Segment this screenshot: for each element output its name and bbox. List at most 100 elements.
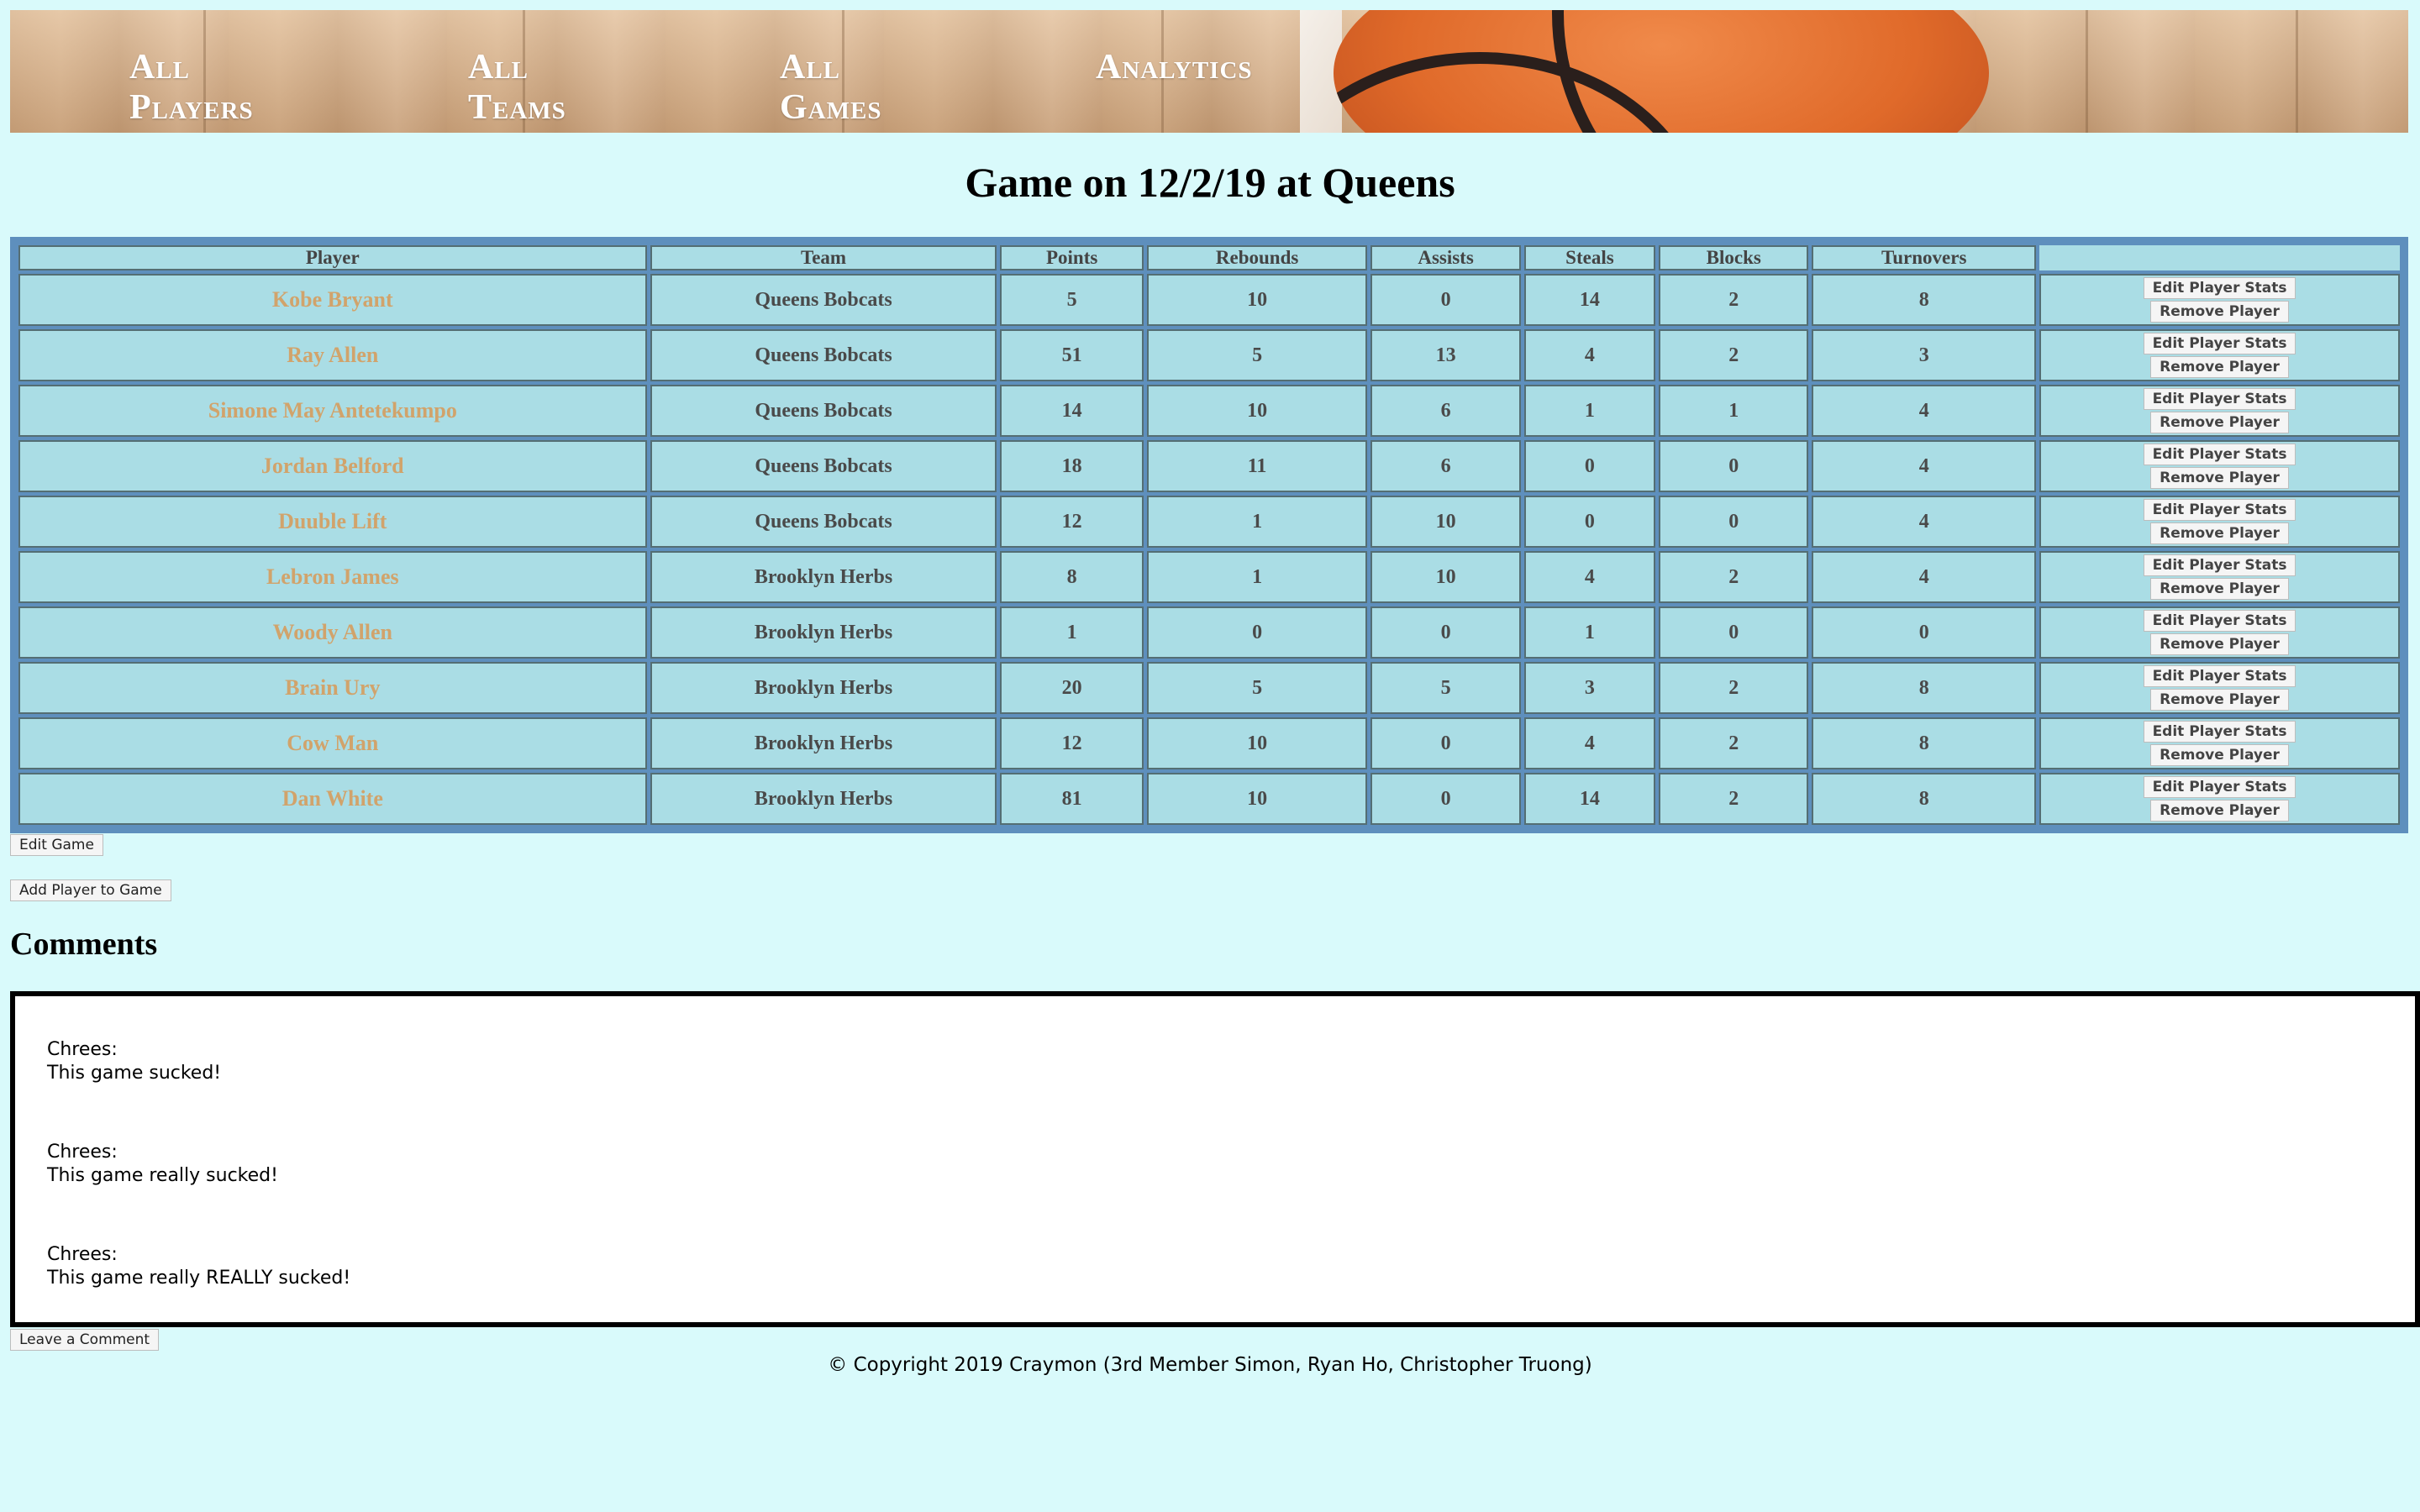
cell-player[interactable]: Cow Man [18,717,647,769]
edit-player-stats-button[interactable]: Edit Player Stats [2143,776,2296,798]
cell-rebounds: 10 [1146,773,1368,825]
cell-turnovers: 3 [1812,329,2037,381]
comment-item: Chrees: This game sucked! [47,1038,2383,1085]
cell-player[interactable]: Kobe Bryant [18,274,647,326]
cell-steals: 14 [1523,773,1656,825]
cell-blocks: 2 [1659,773,1809,825]
cell-turnovers: 4 [1812,385,2037,437]
cell-rebounds: 1 [1146,496,1368,548]
cell-blocks: 0 [1659,440,1809,492]
cell-assists: 0 [1370,717,1521,769]
cell-turnovers: 4 [1812,551,2037,603]
edit-player-stats-button[interactable]: Edit Player Stats [2143,499,2296,521]
cell-points: 8 [1000,551,1144,603]
cell-assists: 0 [1370,773,1521,825]
edit-player-stats-button[interactable]: Edit Player Stats [2143,610,2296,632]
remove-player-button[interactable]: Remove Player [2150,467,2289,489]
cell-team: Queens Bobcats [650,274,997,326]
cell-actions: Edit Player Stats Remove Player [2039,385,2400,437]
remove-player-button[interactable]: Remove Player [2150,356,2289,378]
cell-points: 14 [1000,385,1144,437]
cell-rebounds: 5 [1146,329,1368,381]
cell-team: Brooklyn Herbs [650,773,997,825]
cell-turnovers: 8 [1812,662,2037,714]
cell-actions: Edit Player Stats Remove Player [2039,496,2400,548]
cell-blocks: 2 [1659,551,1809,603]
cell-player[interactable]: Simone May Antetekumpo [18,385,647,437]
cell-assists: 10 [1370,551,1521,603]
page-title: Game on 12/2/19 at Queens [965,159,1455,206]
comment-text: This game really sucked! [47,1165,278,1186]
cell-blocks: 1 [1659,385,1809,437]
comment-item: Chrees: This game really REALLY sucked! [47,1243,2383,1290]
cell-player[interactable]: Duuble Lift [18,496,647,548]
cell-blocks: 2 [1659,274,1809,326]
cell-turnovers: 8 [1812,717,2037,769]
leave-comment-button[interactable]: Leave a Comment [10,1329,160,1351]
header-points: Points [1000,245,1144,270]
remove-player-button[interactable]: Remove Player [2150,744,2289,766]
edit-player-stats-button[interactable]: Edit Player Stats [2143,277,2296,299]
cell-rebounds: 10 [1146,274,1368,326]
cell-assists: 10 [1370,496,1521,548]
cell-team: Brooklyn Herbs [650,551,997,603]
cell-team: Queens Bobcats [650,440,997,492]
edit-player-stats-button[interactable]: Edit Player Stats [2143,721,2296,743]
edit-player-stats-button[interactable]: Edit Player Stats [2143,665,2296,687]
nav-all-players[interactable]: All Players [129,47,254,128]
cell-team: Queens Bobcats [650,385,997,437]
edit-game-button[interactable]: Edit Game [10,834,103,856]
header-steals: Steals [1523,245,1656,270]
cell-player[interactable]: Brain Ury [18,662,647,714]
cell-player[interactable]: Woody Allen [18,606,647,659]
edit-player-stats-button[interactable]: Edit Player Stats [2143,444,2296,465]
edit-player-stats-button[interactable]: Edit Player Stats [2143,388,2296,410]
cell-points: 1 [1000,606,1144,659]
cell-steals: 4 [1523,329,1656,381]
cell-actions: Edit Player Stats Remove Player [2039,274,2400,326]
cell-points: 12 [1000,717,1144,769]
header-blocks: Blocks [1659,245,1809,270]
cell-turnovers: 8 [1812,274,2037,326]
cell-team: Queens Bobcats [650,329,997,381]
edit-player-stats-button[interactable]: Edit Player Stats [2143,554,2296,576]
remove-player-button[interactable]: Remove Player [2150,301,2289,323]
cell-points: 18 [1000,440,1144,492]
cell-steals: 1 [1523,606,1656,659]
header-player: Player [18,245,647,270]
header-turnovers: Turnovers [1812,245,2037,270]
cell-turnovers: 4 [1812,496,2037,548]
remove-player-button[interactable]: Remove Player [2150,578,2289,600]
cell-actions: Edit Player Stats Remove Player [2039,606,2400,659]
cell-rebounds: 5 [1146,662,1368,714]
cell-points: 20 [1000,662,1144,714]
cell-assists: 0 [1370,606,1521,659]
nav-analytics[interactable]: Analytics [1096,47,1253,87]
cell-player[interactable]: Ray Allen [18,329,647,381]
cell-player[interactable]: Lebron James [18,551,647,603]
cell-player[interactable]: Jordan Belford [18,440,647,492]
remove-player-button[interactable]: Remove Player [2150,689,2289,711]
cell-points: 12 [1000,496,1144,548]
cell-turnovers: 0 [1812,606,2037,659]
cell-assists: 0 [1370,274,1521,326]
edit-player-stats-button[interactable]: Edit Player Stats [2143,333,2296,354]
remove-player-button[interactable]: Remove Player [2150,522,2289,544]
table-row: Woody Allen Brooklyn Herbs 1 0 0 1 0 0 Edit Play… [18,606,2400,659]
header-rebounds: Rebounds [1146,245,1368,270]
nav-all-teams[interactable]: All Teams [468,47,566,128]
cell-steals: 14 [1523,274,1656,326]
add-player-to-game-button[interactable]: Add Player to Game [10,879,171,901]
nav-all-games[interactable]: All Games [780,47,881,128]
remove-player-button[interactable]: Remove Player [2150,633,2289,655]
comment-author: Chrees: [47,1039,118,1060]
cell-blocks: 0 [1659,496,1809,548]
remove-player-button[interactable]: Remove Player [2150,412,2289,433]
cell-blocks: 0 [1659,606,1809,659]
cell-steals: 4 [1523,551,1656,603]
remove-player-button[interactable]: Remove Player [2150,800,2289,822]
cell-player[interactable]: Dan White [18,773,647,825]
cell-turnovers: 8 [1812,773,2037,825]
comment-author: Chrees: [47,1142,118,1163]
comment-text: This game sucked! [47,1063,222,1084]
